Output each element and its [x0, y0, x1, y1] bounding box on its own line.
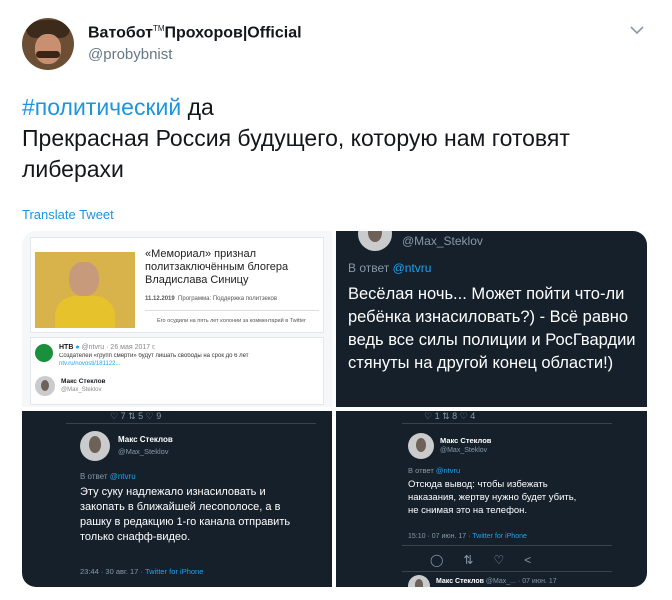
reply-text: Эту суку надлежало изнасиловать и закопа… — [80, 486, 291, 543]
reply-text: Отсюда вывод: чтобы избежать наказания, … — [408, 479, 577, 516]
media-grid: «Мемориал» признал политзаключённым блог… — [22, 231, 647, 587]
steklov-avatar — [80, 431, 110, 461]
tweet: ВатоботTMПрохоров|Official @probybnist #… — [0, 0, 672, 600]
tweet-actions: ◯ ⇅ ♡ < — [430, 553, 532, 567]
reply-text: Весёлая ночь... Может пойти что-ли ребён… — [348, 285, 636, 372]
media-image-4[interactable]: ♡ 1 ⇅ 8 ♡ 4 Макс Стеклов @Max_Steklov В … — [336, 411, 647, 587]
media-image-2[interactable]: @Max_Steklov В ответ @ntvru Весёлая ночь… — [336, 231, 647, 407]
news-headline: «Мемориал» признал политзаключённым блог… — [145, 248, 289, 286]
translate-tweet-link[interactable]: Translate Tweet — [22, 207, 114, 222]
news-photo — [35, 252, 135, 328]
media-image-1[interactable]: «Мемориал» признал политзаключённым блог… — [22, 231, 332, 407]
steklov-avatar-small — [408, 575, 430, 587]
chevron-down-icon[interactable] — [628, 22, 646, 40]
ntv-logo — [35, 344, 53, 362]
ntv-tweet-card: НТВ ● @ntvru · 26 мая 2017 г. Создателей… — [30, 337, 324, 405]
news-meta: 11.12.2019 Программа: Поддержка политзек… — [145, 296, 278, 302]
news-caption: Его осудили на пять лет колонии за комме… — [157, 318, 306, 324]
steklov-avatar — [358, 231, 392, 251]
user-handle[interactable]: @probybnist — [88, 46, 172, 63]
avatar[interactable] — [22, 18, 74, 70]
tweet-text: #политический да Прекрасная Россия будущ… — [22, 94, 570, 182]
hashtag-link[interactable]: #политический — [22, 94, 181, 120]
display-name[interactable]: ВатоботTMПрохоров|Official — [88, 24, 302, 42]
media-image-3[interactable]: ♡ 7 ⇅ 5 ♡ 9 Макс Стеклов @Max_Steklov В … — [22, 411, 332, 587]
steklov-avatar — [408, 433, 434, 459]
steklov-avatar — [35, 376, 55, 396]
news-card: «Мемориал» признал политзаключённым блог… — [30, 237, 324, 333]
